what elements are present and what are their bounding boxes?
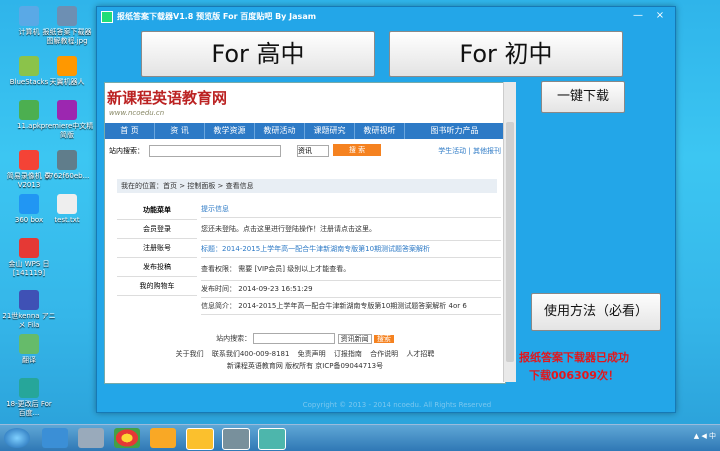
system-tray[interactable]: ▲ ◀ 中 [694, 431, 716, 441]
faded-copyright: Copyright © 2013 - 2014 ncoedu. All Righ… [302, 401, 492, 409]
login-notice[interactable]: 您还未登陆。点击这里进行登陆操作！注册请点击这里。 [201, 218, 501, 241]
footer-copyright: 新课程英语教育网 版权所有 京ICP备09044713号 [226, 362, 384, 370]
site-logo: 新课程英语教育网 [107, 89, 228, 107]
site-nav: 首 页 资 讯 教学资源 教研活动 课题研究 教研视听 图书听力产品 [105, 123, 505, 139]
summary-value: 2014-2015上学年高一配合牛津新湖南专版第10期测试题答案解析 4or 6 [238, 302, 467, 310]
bluestacks-icon [19, 56, 39, 76]
app-window-icon[interactable] [222, 428, 250, 450]
footer-link-contact[interactable]: 联系我们400-009-8181 [212, 350, 290, 358]
download-count-status: 报纸答案下载器已成功下载006309次！ [519, 351, 629, 382]
menu-item-submit[interactable]: 发布投稿 [117, 258, 197, 277]
time-value: 2014-09-23 16:51:29 [238, 285, 313, 293]
text-file-icon [57, 194, 77, 214]
downloader-taskbar-icon[interactable] [258, 428, 286, 450]
premiere-icon [57, 100, 77, 120]
magnifier-icon[interactable] [78, 428, 104, 448]
middle-school-button[interactable]: For 初中 [389, 31, 623, 77]
webpage-scrollbar[interactable] [503, 82, 516, 382]
wps-icon [19, 238, 39, 258]
desktop-icon-file[interactable]: 6762f60eb... [40, 150, 94, 181]
close-button[interactable]: × [651, 10, 669, 22]
robot-icon [57, 56, 77, 76]
desktop-icon-anime[interactable]: 21世kenna アニメ Fila [2, 290, 56, 330]
menu-item-cart[interactable]: 我的购物车 [117, 277, 197, 296]
function-menu: 功能菜单 会员登录 注册账号 发布投稿 我的购物车 [117, 201, 197, 296]
menu-item-login[interactable]: 会员登录 [117, 220, 197, 239]
folder-icon[interactable] [186, 428, 214, 450]
footer-link-disclaimer[interactable]: 免责声明 [298, 350, 326, 358]
site-search-select[interactable]: 资讯 [297, 145, 329, 157]
explorer-icon[interactable] [42, 428, 68, 448]
translate-icon [19, 334, 39, 354]
usage-guide-button[interactable]: 使用方法（必看） [531, 293, 661, 331]
minimize-button[interactable]: — [629, 10, 647, 22]
site-url: www.ncoedu.cn [109, 109, 165, 117]
desktop-icon-tutorial[interactable]: 报纸答案下载器 图解教程.jpg [40, 6, 94, 46]
nav-research[interactable]: 课题研究 [305, 123, 355, 139]
box-icon [19, 194, 39, 214]
site-footer: 站内搜索： 资讯新闻 搜索 关于我们 联系我们400-009-8181 免责声明… [105, 333, 505, 371]
site-search-row: 站内搜索： 资讯 搜 索 学生活动 | 其他报刊 [105, 143, 505, 159]
nav-activities[interactable]: 教研活动 [255, 123, 305, 139]
footer-search-button[interactable]: 搜索 [373, 334, 394, 343]
recorder-icon [19, 150, 39, 170]
article-title: 标题：2014-2015上学年高一配合牛津新湖南专版第10期测试题答案解析 [201, 241, 501, 258]
footer-search-label: 站内搜索： [216, 334, 252, 343]
site-search-button[interactable]: 搜 索 [333, 144, 381, 156]
window-title: 报纸答案下载器V1.8 预览版 For 百度贴吧 By Jasam [117, 12, 317, 21]
site-search-label: 站内搜索： [109, 147, 144, 155]
one-click-download-button[interactable]: 一键下载 [541, 81, 625, 113]
desktop-icon-wps[interactable]: 金山 WPS 日 [141119] [2, 238, 56, 278]
nav-news[interactable]: 资 讯 [155, 123, 205, 139]
shortcut-icon [19, 378, 39, 398]
desktop-icon-translate[interactable]: 翻译 [2, 334, 56, 365]
footer-link-subscribe[interactable]: 订报指南 [334, 350, 362, 358]
desktop-icon-premiere[interactable]: premiere中文精简版 [40, 100, 94, 140]
app-logo-icon [101, 10, 113, 23]
footer-search-input[interactable] [253, 333, 336, 344]
high-school-button[interactable]: For 高中 [141, 31, 375, 77]
footer-link-cooperation[interactable]: 合作说明 [370, 350, 398, 358]
site-top-links[interactable]: 学生活动 | 其他报刊 [438, 146, 501, 156]
footer-search-select[interactable]: 资讯新闻 [337, 333, 372, 344]
site-search-input[interactable] [149, 145, 281, 157]
info-title: 提示信息 [201, 201, 501, 218]
embedded-webpage[interactable]: 新课程英语教育网 www.ncoedu.cn 首 页 资 讯 教学资源 教研活动… [104, 82, 506, 384]
breadcrumb: 我在的位置：首页 > 控制面板 > 查看信息 [117, 179, 497, 193]
menu-item-register[interactable]: 注册账号 [117, 239, 197, 258]
permission-label: 查看权限： [201, 265, 236, 273]
image-file-icon [57, 6, 77, 26]
chrome-icon[interactable] [114, 428, 140, 448]
nav-books[interactable]: 图书听力产品 [405, 123, 505, 139]
computer-icon [19, 6, 39, 26]
nav-home[interactable]: 首 页 [105, 123, 155, 139]
permission-value: 需要 [VIP会员] 级别以上才能查看。 [238, 265, 351, 273]
tiles-icon[interactable] [150, 428, 176, 448]
footer-link-jobs[interactable]: 人才招聘 [406, 350, 434, 358]
taskbar: ▲ ◀ 中 [0, 424, 720, 451]
video-icon [19, 290, 39, 310]
apk-icon [19, 100, 39, 120]
summary-label: 信息简介： [201, 302, 236, 310]
start-icon[interactable] [4, 428, 30, 448]
window-titlebar[interactable]: 报纸答案下载器V1.8 预览版 For 百度贴吧 By Jasam [101, 9, 671, 25]
desktop-icon-robot[interactable]: 天翼机器人 [40, 56, 94, 87]
nav-video[interactable]: 教研视听 [355, 123, 405, 139]
time-label: 发布时间： [201, 285, 236, 293]
menu-title: 功能菜单 [117, 201, 197, 220]
footer-link-about[interactable]: 关于我们 [176, 350, 204, 358]
info-panel: 提示信息 您还未登陆。点击这里进行登陆操作！注册请点击这里。 标题：2014-2… [201, 201, 501, 315]
file-icon [57, 150, 77, 170]
scrollbar-thumb[interactable] [506, 122, 514, 362]
desktop-icon-shortcut[interactable]: 18-更改后 For 百度... [2, 378, 56, 418]
desktop-icon-text[interactable]: test.txt [40, 194, 94, 225]
nav-resources[interactable]: 教学资源 [205, 123, 255, 139]
